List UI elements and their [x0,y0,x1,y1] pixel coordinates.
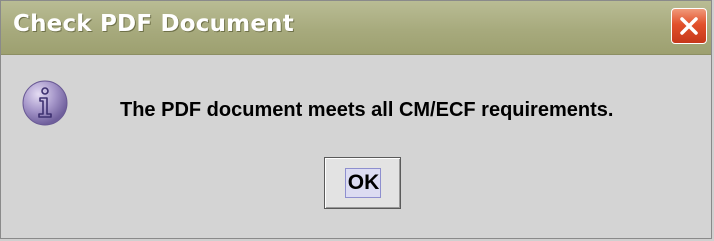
ok-button[interactable]: OK [324,157,401,209]
title-bar[interactable]: Check PDF Document [1,1,711,55]
window-title: Check PDF Document [13,11,294,37]
info-icon [22,80,68,126]
close-button[interactable] [671,8,707,44]
dialog-message: The PDF document meets all CM/ECF requir… [120,99,614,121]
dialog-content: The PDF document meets all CM/ECF requir… [1,55,711,238]
close-icon [680,17,698,35]
ok-button-label: OK [347,171,380,194]
check-pdf-dialog: Check PDF Document The PDF document meet… [0,0,712,239]
